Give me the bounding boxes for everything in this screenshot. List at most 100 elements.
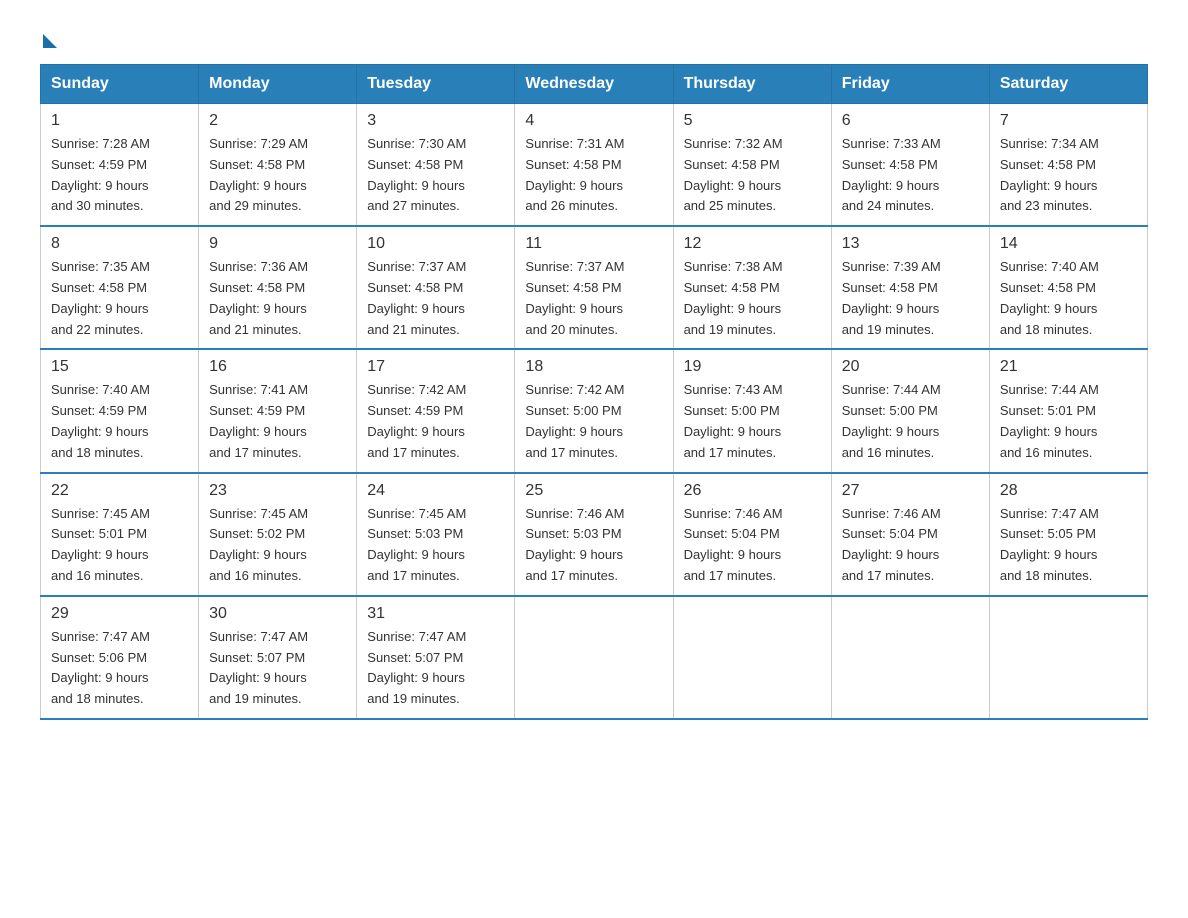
day-number: 8 [51,235,188,253]
day-detail: Sunrise: 7:47 AM Sunset: 5:05 PM Dayligh… [1000,504,1137,587]
day-number: 20 [842,358,979,376]
day-detail: Sunrise: 7:37 AM Sunset: 4:58 PM Dayligh… [367,257,504,340]
calendar-cell: 16 Sunrise: 7:41 AM Sunset: 4:59 PM Dayl… [199,349,357,472]
day-number: 1 [51,112,188,130]
day-number: 17 [367,358,504,376]
day-detail: Sunrise: 7:29 AM Sunset: 4:58 PM Dayligh… [209,134,346,217]
day-detail: Sunrise: 7:37 AM Sunset: 4:58 PM Dayligh… [525,257,662,340]
day-detail: Sunrise: 7:30 AM Sunset: 4:58 PM Dayligh… [367,134,504,217]
logo [40,30,57,44]
day-number: 12 [684,235,821,253]
day-detail: Sunrise: 7:47 AM Sunset: 5:07 PM Dayligh… [209,627,346,710]
day-number: 6 [842,112,979,130]
calendar-cell: 6 Sunrise: 7:33 AM Sunset: 4:58 PM Dayli… [831,104,989,227]
day-number: 5 [684,112,821,130]
week-row-4: 22 Sunrise: 7:45 AM Sunset: 5:01 PM Dayl… [41,473,1148,596]
calendar-cell: 3 Sunrise: 7:30 AM Sunset: 4:58 PM Dayli… [357,104,515,227]
calendar-cell: 14 Sunrise: 7:40 AM Sunset: 4:58 PM Dayl… [989,226,1147,349]
day-number: 18 [525,358,662,376]
day-detail: Sunrise: 7:46 AM Sunset: 5:04 PM Dayligh… [684,504,821,587]
day-number: 10 [367,235,504,253]
day-detail: Sunrise: 7:38 AM Sunset: 4:58 PM Dayligh… [684,257,821,340]
calendar-cell: 15 Sunrise: 7:40 AM Sunset: 4:59 PM Dayl… [41,349,199,472]
day-number: 15 [51,358,188,376]
calendar-cell [831,596,989,719]
day-detail: Sunrise: 7:42 AM Sunset: 5:00 PM Dayligh… [525,380,662,463]
calendar-cell: 13 Sunrise: 7:39 AM Sunset: 4:58 PM Dayl… [831,226,989,349]
day-detail: Sunrise: 7:40 AM Sunset: 4:59 PM Dayligh… [51,380,188,463]
day-detail: Sunrise: 7:36 AM Sunset: 4:58 PM Dayligh… [209,257,346,340]
day-number: 23 [209,482,346,500]
calendar-cell: 26 Sunrise: 7:46 AM Sunset: 5:04 PM Dayl… [673,473,831,596]
day-number: 22 [51,482,188,500]
day-detail: Sunrise: 7:44 AM Sunset: 5:00 PM Dayligh… [842,380,979,463]
calendar-cell: 30 Sunrise: 7:47 AM Sunset: 5:07 PM Dayl… [199,596,357,719]
calendar-cell: 31 Sunrise: 7:47 AM Sunset: 5:07 PM Dayl… [357,596,515,719]
logo-arrow-icon [43,34,57,48]
calendar-cell [989,596,1147,719]
calendar-cell: 17 Sunrise: 7:42 AM Sunset: 4:59 PM Dayl… [357,349,515,472]
day-detail: Sunrise: 7:40 AM Sunset: 4:58 PM Dayligh… [1000,257,1137,340]
week-row-5: 29 Sunrise: 7:47 AM Sunset: 5:06 PM Dayl… [41,596,1148,719]
calendar-cell: 21 Sunrise: 7:44 AM Sunset: 5:01 PM Dayl… [989,349,1147,472]
week-row-2: 8 Sunrise: 7:35 AM Sunset: 4:58 PM Dayli… [41,226,1148,349]
header-wednesday: Wednesday [515,65,673,104]
day-number: 13 [842,235,979,253]
day-number: 11 [525,235,662,253]
day-detail: Sunrise: 7:46 AM Sunset: 5:03 PM Dayligh… [525,504,662,587]
week-row-1: 1 Sunrise: 7:28 AM Sunset: 4:59 PM Dayli… [41,104,1148,227]
calendar-cell: 28 Sunrise: 7:47 AM Sunset: 5:05 PM Dayl… [989,473,1147,596]
day-number: 4 [525,112,662,130]
day-detail: Sunrise: 7:31 AM Sunset: 4:58 PM Dayligh… [525,134,662,217]
calendar-cell: 9 Sunrise: 7:36 AM Sunset: 4:58 PM Dayli… [199,226,357,349]
header-monday: Monday [199,65,357,104]
day-number: 31 [367,605,504,623]
page-header [40,30,1148,44]
day-detail: Sunrise: 7:47 AM Sunset: 5:07 PM Dayligh… [367,627,504,710]
day-number: 14 [1000,235,1137,253]
header-sunday: Sunday [41,65,199,104]
calendar-cell [673,596,831,719]
calendar-cell: 8 Sunrise: 7:35 AM Sunset: 4:58 PM Dayli… [41,226,199,349]
day-number: 7 [1000,112,1137,130]
day-number: 2 [209,112,346,130]
header-thursday: Thursday [673,65,831,104]
calendar-cell: 29 Sunrise: 7:47 AM Sunset: 5:06 PM Dayl… [41,596,199,719]
calendar-cell: 11 Sunrise: 7:37 AM Sunset: 4:58 PM Dayl… [515,226,673,349]
calendar-cell: 23 Sunrise: 7:45 AM Sunset: 5:02 PM Dayl… [199,473,357,596]
day-number: 25 [525,482,662,500]
calendar-cell: 22 Sunrise: 7:45 AM Sunset: 5:01 PM Dayl… [41,473,199,596]
day-number: 9 [209,235,346,253]
day-number: 21 [1000,358,1137,376]
day-number: 26 [684,482,821,500]
day-number: 29 [51,605,188,623]
calendar-cell: 7 Sunrise: 7:34 AM Sunset: 4:58 PM Dayli… [989,104,1147,227]
day-detail: Sunrise: 7:34 AM Sunset: 4:58 PM Dayligh… [1000,134,1137,217]
calendar-cell: 5 Sunrise: 7:32 AM Sunset: 4:58 PM Dayli… [673,104,831,227]
calendar-cell: 2 Sunrise: 7:29 AM Sunset: 4:58 PM Dayli… [199,104,357,227]
calendar-cell: 12 Sunrise: 7:38 AM Sunset: 4:58 PM Dayl… [673,226,831,349]
header-tuesday: Tuesday [357,65,515,104]
day-detail: Sunrise: 7:32 AM Sunset: 4:58 PM Dayligh… [684,134,821,217]
calendar-cell: 27 Sunrise: 7:46 AM Sunset: 5:04 PM Dayl… [831,473,989,596]
day-detail: Sunrise: 7:28 AM Sunset: 4:59 PM Dayligh… [51,134,188,217]
day-number: 27 [842,482,979,500]
day-number: 3 [367,112,504,130]
day-detail: Sunrise: 7:39 AM Sunset: 4:58 PM Dayligh… [842,257,979,340]
day-number: 28 [1000,482,1137,500]
day-detail: Sunrise: 7:44 AM Sunset: 5:01 PM Dayligh… [1000,380,1137,463]
day-detail: Sunrise: 7:43 AM Sunset: 5:00 PM Dayligh… [684,380,821,463]
day-detail: Sunrise: 7:45 AM Sunset: 5:03 PM Dayligh… [367,504,504,587]
day-detail: Sunrise: 7:42 AM Sunset: 4:59 PM Dayligh… [367,380,504,463]
day-detail: Sunrise: 7:46 AM Sunset: 5:04 PM Dayligh… [842,504,979,587]
header-saturday: Saturday [989,65,1147,104]
day-number: 24 [367,482,504,500]
day-number: 30 [209,605,346,623]
calendar-cell: 18 Sunrise: 7:42 AM Sunset: 5:00 PM Dayl… [515,349,673,472]
calendar-cell: 24 Sunrise: 7:45 AM Sunset: 5:03 PM Dayl… [357,473,515,596]
day-detail: Sunrise: 7:45 AM Sunset: 5:01 PM Dayligh… [51,504,188,587]
calendar-cell: 1 Sunrise: 7:28 AM Sunset: 4:59 PM Dayli… [41,104,199,227]
day-detail: Sunrise: 7:33 AM Sunset: 4:58 PM Dayligh… [842,134,979,217]
week-row-3: 15 Sunrise: 7:40 AM Sunset: 4:59 PM Dayl… [41,349,1148,472]
calendar-cell: 20 Sunrise: 7:44 AM Sunset: 5:00 PM Dayl… [831,349,989,472]
